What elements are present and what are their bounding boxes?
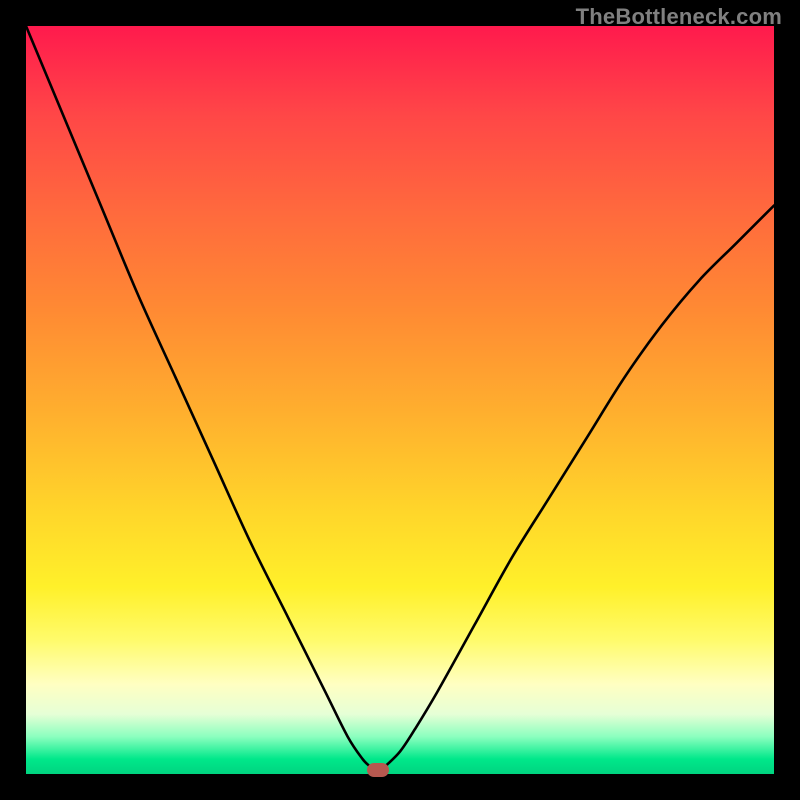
curve-svg	[26, 26, 774, 774]
data-marker	[367, 763, 389, 777]
chart-frame: TheBottleneck.com	[0, 0, 800, 800]
bottleneck-curve	[26, 26, 774, 774]
plot-area	[26, 26, 774, 774]
